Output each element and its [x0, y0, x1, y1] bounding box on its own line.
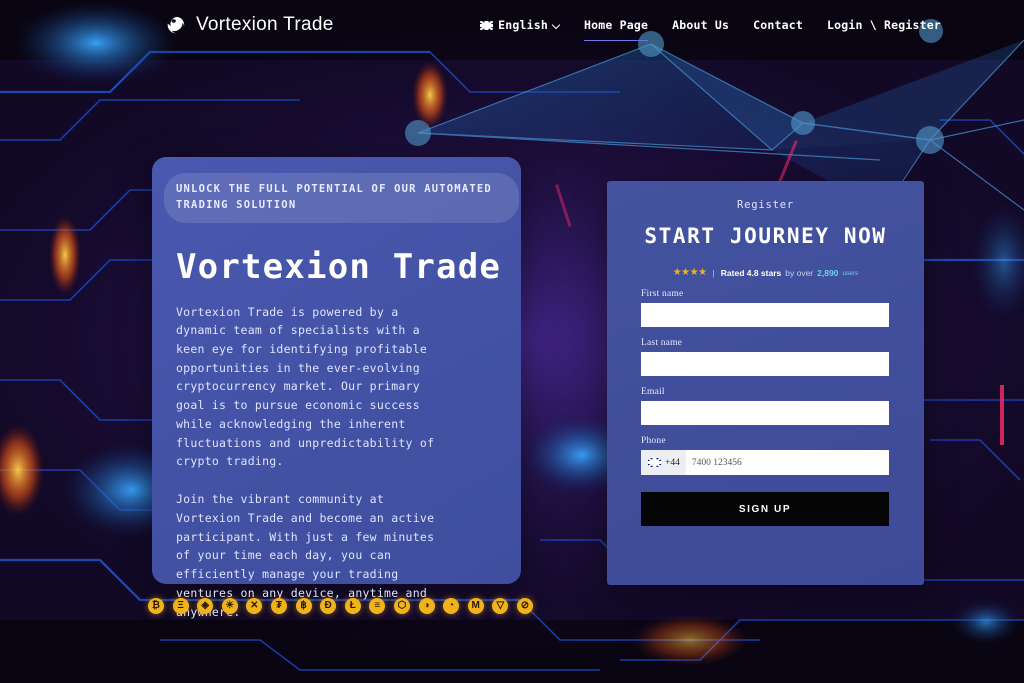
uk-flag-icon	[648, 458, 661, 467]
star-rating-icon: ★★★★	[672, 267, 707, 278]
register-panel: Register START JOURNEY NOW ★★★★ | Rated …	[607, 181, 924, 585]
main-navigation: English Home Page About Us Contact Login…	[480, 14, 941, 41]
diamond-icon: ◈	[197, 598, 214, 614]
first-name-input[interactable]	[641, 303, 889, 327]
xrp-icon: ✕	[246, 598, 263, 614]
cat-icon: ◔	[443, 598, 460, 614]
rating-row: ★★★★ | Rated 4.8 stars by over 2,890 use…	[641, 267, 890, 279]
rating-text: Rated 4.8 stars	[720, 268, 782, 278]
tether-icon: ₮	[270, 598, 287, 614]
ethereum-icon: Ξ	[172, 598, 189, 614]
uk-flag-icon	[480, 20, 494, 30]
eos-icon: ≡	[369, 598, 386, 614]
phone-number-input[interactable]	[685, 450, 889, 475]
chevron-down-icon	[553, 22, 560, 29]
page-title: Vortexion Trade	[176, 246, 502, 287]
site-header: Vortexion Trade English Home Page About …	[0, 0, 1024, 50]
last-name-input[interactable]	[641, 352, 889, 376]
litecoin-icon: Ł	[344, 598, 361, 614]
chainlink-icon: ⬡	[393, 598, 410, 614]
rating-by-over: by over	[785, 268, 814, 278]
hero-paragraph-1: Vortexion Trade is powered by a dynamic …	[176, 304, 435, 469]
dogecoin-icon: Đ	[320, 598, 337, 614]
nav-item-contact[interactable]: Contact	[753, 14, 803, 36]
sun-gear-icon: ☀	[221, 598, 238, 614]
monero-icon: M	[467, 598, 484, 614]
field-phone: Phone +44	[641, 436, 890, 475]
arbitrum-icon: ⊘	[516, 598, 533, 614]
email-label: Email	[641, 387, 665, 397]
language-selector[interactable]: English	[480, 14, 560, 36]
first-name-label: First name	[641, 289, 684, 299]
nav-item-login-register[interactable]: Login \ Register	[827, 14, 941, 36]
rating-unit: users	[842, 269, 859, 277]
dial-code: +44	[665, 457, 680, 468]
brand-title: Vortexion Trade	[196, 14, 334, 35]
phone-label: Phone	[641, 436, 666, 446]
email-input[interactable]	[641, 401, 889, 425]
logo[interactable]: Vortexion Trade	[164, 14, 334, 36]
register-title: START JOURNEY NOW	[644, 224, 887, 248]
crypto-coin-strip: ₿ Ξ ◈ ☀ ✕ ₮ ฿ Đ Ł ≡ ⬡ ◑ ◔ M ▽ ⊘	[148, 595, 533, 617]
spiral-icon: ฿	[295, 598, 312, 614]
rating-divider: |	[712, 268, 715, 278]
tron-icon: ▽	[492, 598, 509, 614]
globe-swirl-icon	[167, 16, 185, 34]
active-nav-underline	[584, 39, 649, 41]
rating-count: 2,890	[817, 268, 839, 278]
nav-label: Home Page	[584, 18, 649, 32]
field-first-name: First name	[641, 289, 890, 327]
phone-input-group: +44	[641, 450, 889, 475]
nav-item-about-us[interactable]: About Us	[672, 14, 729, 36]
last-name-label: Last name	[641, 338, 683, 348]
sign-up-button[interactable]: SIGN UP	[641, 492, 889, 526]
nav-item-home-page[interactable]: Home Page	[584, 14, 649, 41]
field-last-name: Last name	[641, 338, 890, 376]
country-code-selector[interactable]: +44	[641, 450, 686, 475]
bitcoin-icon: ₿	[148, 598, 164, 614]
register-eyebrow: Register	[737, 199, 794, 211]
language-label: English	[498, 18, 549, 32]
hero-card: UNLOCK THE FULL POTENTIAL OF OUR AUTOMAT…	[152, 157, 521, 619]
rabbit-icon: ◑	[418, 598, 435, 614]
field-email: Email	[641, 387, 890, 425]
hero-eyebrow-badge: UNLOCK THE FULL POTENTIAL OF OUR AUTOMAT…	[164, 173, 519, 223]
